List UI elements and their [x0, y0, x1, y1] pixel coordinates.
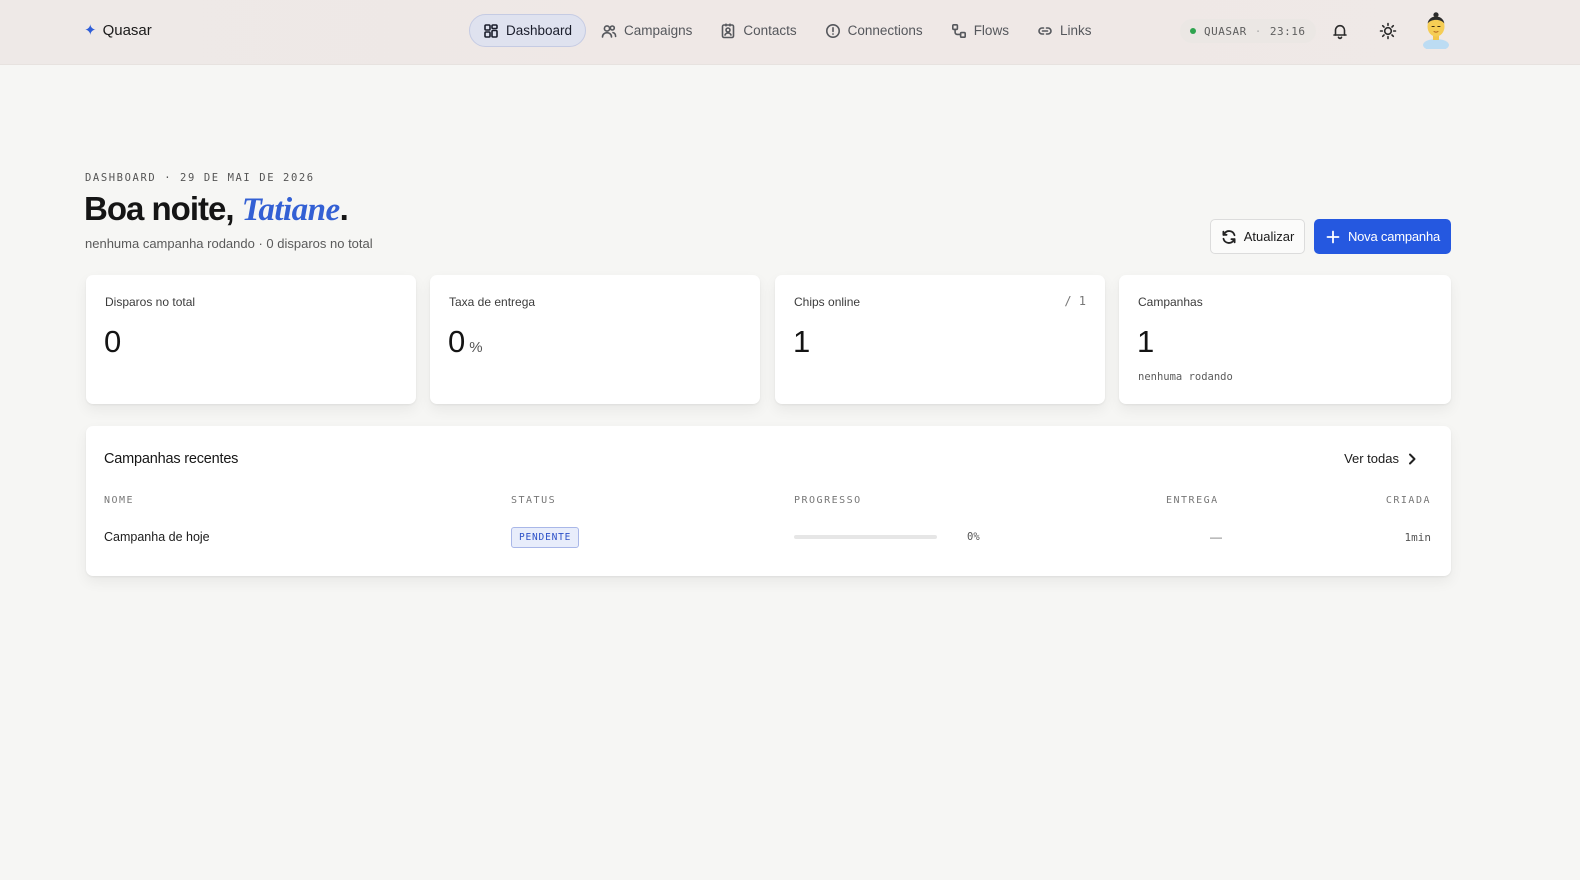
- stat-number: 0: [448, 324, 466, 359]
- stat-label: Disparos no total: [105, 295, 196, 309]
- table-row[interactable]: Campanha de hoje PENDENTE 0% — 1min: [86, 522, 1451, 552]
- user-name: Tatiane: [241, 192, 340, 228]
- nav-item-label: Campaigns: [624, 23, 693, 38]
- panel-title: Campanhas recentes: [104, 451, 239, 467]
- nav-item-flows[interactable]: Flows: [938, 14, 1022, 47]
- refresh-button-label: Atualizar: [1243, 229, 1295, 244]
- new-campaign-button[interactable]: Nova campanha: [1314, 219, 1451, 254]
- link-icon: [1038, 26, 1052, 35]
- nav-item-connections[interactable]: Connections: [812, 14, 936, 47]
- created-time: 1min: [1404, 530, 1432, 544]
- column-header-created[interactable]: CRIADA: [1386, 495, 1431, 506]
- stat-card-total-sends: Disparos no total 0: [86, 275, 416, 404]
- instance-name: QUASAR: [1204, 24, 1247, 38]
- nav-item-contacts[interactable]: Contacts: [707, 14, 809, 47]
- column-header-delivery[interactable]: ENTREGA: [1166, 495, 1219, 506]
- stat-value: 0%: [448, 324, 483, 360]
- notifications-button[interactable]: [1327, 18, 1353, 44]
- nav-item-label: Connections: [847, 23, 923, 38]
- column-header-progress[interactable]: PROGRESSO: [794, 495, 862, 506]
- column-header-status[interactable]: STATUS: [511, 495, 556, 506]
- stat-card-campaigns: Campanhas 1 nenhuma rodando: [1119, 275, 1451, 404]
- chevron-right-icon: [1409, 453, 1416, 464]
- nav-item-label: Contacts: [743, 23, 797, 38]
- nav-item-label: Dashboard: [506, 23, 573, 38]
- top-bar: ✦ Quasar Dashboard Campaigns Contacts Co…: [0, 0, 1580, 65]
- stat-label: Chips online: [794, 295, 861, 309]
- instance-status: QUASAR · 23:16: [1180, 19, 1316, 43]
- plus-icon: [1326, 230, 1340, 243]
- nav-item-label: Links: [1059, 23, 1092, 38]
- progress-bar: [794, 535, 937, 539]
- sun-icon: [1379, 22, 1397, 40]
- see-all-label: Ver todas: [1344, 451, 1399, 466]
- nav-item-campaigns[interactable]: Campaigns: [588, 14, 705, 47]
- stat-note: nenhuma rodando: [1138, 371, 1233, 383]
- stat-number: 1: [793, 324, 811, 359]
- page-subtitle: nenhuma campanha rodando · 0 disparos no…: [85, 236, 373, 251]
- stat-value: 0: [104, 324, 121, 360]
- users-icon: [601, 24, 617, 38]
- flow-icon: [951, 23, 966, 38]
- main-nav: Dashboard Campaigns Contacts Connections…: [469, 14, 1104, 47]
- stat-value: 1: [1137, 324, 1154, 360]
- delivery-value: —: [1210, 530, 1222, 544]
- stat-label: Campanhas: [1138, 295, 1203, 309]
- recent-campaigns-panel: Campanhas recentes Ver todas NOME STATUS…: [86, 426, 1451, 576]
- page-title: Boa noite, Tatiane.: [84, 190, 349, 229]
- stat-label: Taxa de entrega: [449, 295, 536, 309]
- column-header-name[interactable]: NOME: [104, 495, 134, 506]
- alert-circle-icon: [825, 23, 840, 38]
- brand-logo[interactable]: ✦ Quasar: [84, 19, 152, 41]
- stat-card-chips-online: Chips online / 1 1: [775, 275, 1105, 404]
- greeting-prefix: Boa noite,: [84, 190, 242, 227]
- status-separator: ·: [1254, 24, 1262, 38]
- progress-percent: 0%: [967, 531, 980, 543]
- stat-number: 1: [1137, 324, 1155, 359]
- brand-name: Quasar: [102, 21, 152, 39]
- stat-total: / 1: [1064, 294, 1086, 308]
- contact-book-icon: [722, 22, 735, 38]
- greeting-suffix: .: [339, 190, 349, 227]
- grid-icon: [484, 23, 498, 38]
- new-campaign-button-label: Nova campanha: [1347, 229, 1441, 244]
- see-all-link[interactable]: Ver todas: [1344, 451, 1419, 466]
- online-dot: [1190, 28, 1196, 34]
- nav-item-dashboard[interactable]: Dashboard: [469, 14, 587, 47]
- refresh-icon: [1222, 229, 1236, 244]
- theme-toggle-button[interactable]: [1375, 18, 1401, 44]
- nav-item-label: Flows: [973, 23, 1009, 38]
- stat-unit: %: [469, 339, 483, 356]
- campaign-name[interactable]: Campanha de hoje: [104, 522, 210, 552]
- status-badge: PENDENTE: [511, 527, 580, 548]
- nav-item-links[interactable]: Links: [1024, 14, 1105, 47]
- refresh-button[interactable]: Atualizar: [1210, 219, 1305, 254]
- avatar[interactable]: [1420, 11, 1452, 51]
- bell-icon: [1333, 24, 1347, 40]
- clock-time: 23:16: [1269, 24, 1306, 38]
- stat-value: 1: [793, 324, 810, 360]
- stat-card-delivery-rate: Taxa de entrega 0%: [430, 275, 760, 404]
- sparkle-icon: ✦: [84, 21, 97, 39]
- page-eyebrow: DASHBOARD · 29 DE MAI DE 2026: [85, 172, 315, 184]
- stat-number: 0: [104, 324, 122, 359]
